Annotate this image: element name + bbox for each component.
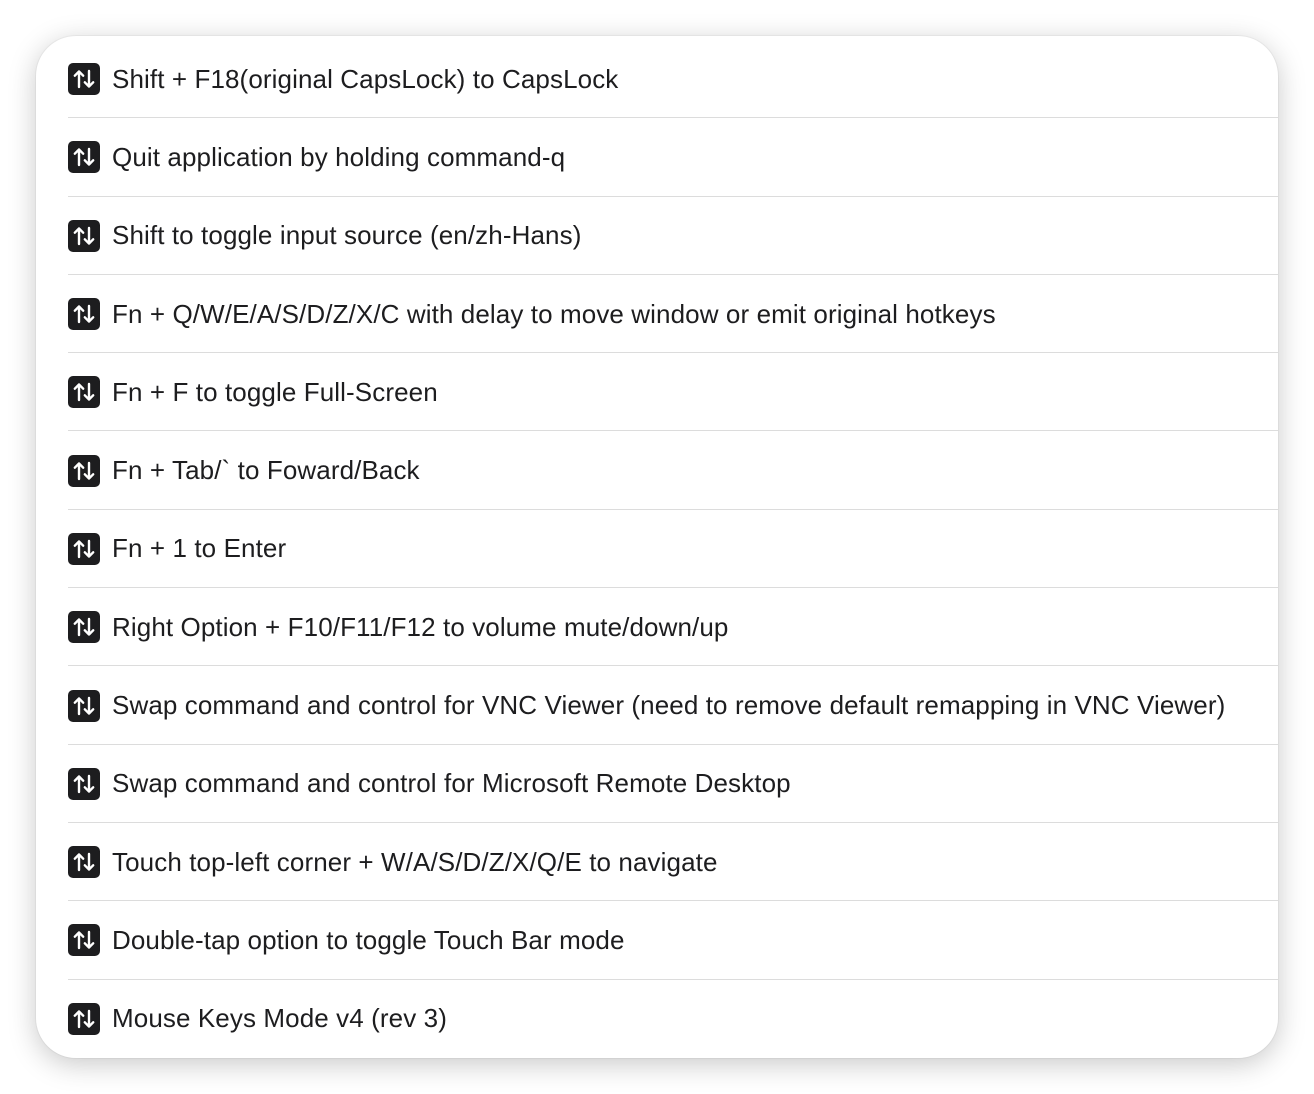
rule-item[interactable]: Mouse Keys Mode v4 (rev 3) <box>36 980 1278 1058</box>
rule-item[interactable]: Quit application by holding command-q <box>36 118 1278 197</box>
rule-item[interactable]: Right Option + F10/F11/F12 to volume mut… <box>36 588 1278 667</box>
swap-arrows-icon <box>68 924 100 957</box>
swap-arrows-icon <box>68 689 100 722</box>
rule-label: Right Option + F10/F11/F12 to volume mut… <box>112 611 729 642</box>
rule-label: Shift to toggle input source (en/zh-Hans… <box>112 220 582 251</box>
swap-arrows-icon <box>68 63 100 96</box>
rule-label: Swap command and control for VNC Viewer … <box>112 690 1226 721</box>
swap-arrows-icon <box>68 611 100 644</box>
rule-item[interactable]: Shift to toggle input source (en/zh-Hans… <box>36 197 1278 275</box>
rule-item[interactable]: Fn + Q/W/E/A/S/D/Z/X/C with delay to mov… <box>36 275 1278 354</box>
swap-arrows-icon <box>68 141 100 174</box>
swap-arrows-icon <box>68 1002 100 1035</box>
rule-label: Quit application by holding command-q <box>112 141 566 172</box>
rule-label: Shift + F18(original CapsLock) to CapsLo… <box>112 63 619 94</box>
rule-item[interactable]: Double-tap option to toggle Touch Bar mo… <box>36 901 1278 980</box>
rule-label: Fn + 1 to Enter <box>112 533 287 564</box>
swap-arrows-icon <box>68 846 100 879</box>
rule-item[interactable]: Fn + 1 to Enter <box>36 510 1278 589</box>
swap-arrows-icon <box>68 454 100 487</box>
rule-item[interactable]: Fn + F to toggle Full-Screen <box>36 353 1278 432</box>
rule-label: Fn + F to toggle Full-Screen <box>112 376 438 407</box>
rule-label: Double-tap option to toggle Touch Bar mo… <box>112 924 625 955</box>
rule-label: Fn + Tab/` to Foward/Back <box>112 455 420 486</box>
rule-item[interactable]: Swap command and control for VNC Viewer … <box>36 666 1278 745</box>
swap-arrows-icon <box>68 532 100 565</box>
rules-list: Shift + F18(original CapsLock) to CapsLo… <box>36 40 1278 1058</box>
swap-arrows-icon <box>68 767 100 800</box>
swap-arrows-icon <box>68 298 100 331</box>
rule-label: Mouse Keys Mode v4 (rev 3) <box>112 1003 447 1034</box>
rule-item[interactable]: Touch top-left corner + W/A/S/D/Z/X/Q/E … <box>36 823 1278 902</box>
rules-panel: Shift + F18(original CapsLock) to CapsLo… <box>36 36 1278 1058</box>
rule-item[interactable]: Fn + Tab/` to Foward/Back <box>36 431 1278 510</box>
rule-label: Swap command and control for Microsoft R… <box>112 768 791 799</box>
rule-item[interactable]: Swap command and control for Microsoft R… <box>36 745 1278 823</box>
rule-item[interactable]: Shift + F18(original CapsLock) to CapsLo… <box>36 40 1278 119</box>
rule-label: Touch top-left corner + W/A/S/D/Z/X/Q/E … <box>112 846 718 877</box>
swap-arrows-icon <box>68 376 100 409</box>
rule-label: Fn + Q/W/E/A/S/D/Z/X/C with delay to mov… <box>112 298 996 329</box>
swap-arrows-icon <box>68 219 100 252</box>
